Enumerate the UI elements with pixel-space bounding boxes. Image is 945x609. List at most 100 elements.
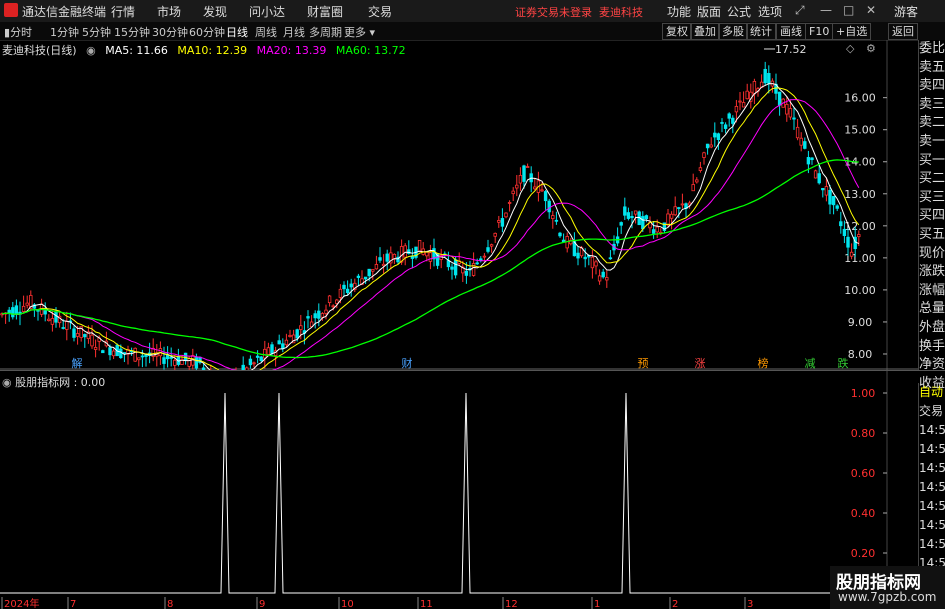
trade-side-label[interactable]: 交易 (919, 402, 945, 421)
candle-body (338, 288, 343, 298)
candle-body (605, 277, 609, 281)
candle-body (716, 133, 721, 140)
candle-body (702, 152, 706, 158)
candle-body (594, 261, 598, 267)
period-5min[interactable]: 5分钟 (82, 24, 111, 40)
statistics-button[interactable]: 统计 (746, 23, 776, 40)
back-button[interactable]: 返回 (888, 23, 918, 40)
period-15min[interactable]: 15分钟 (114, 24, 150, 40)
menu-wealth[interactable]: 财富圈 (307, 3, 343, 20)
login-notice[interactable]: 证券交易未登录 麦迪科技 (515, 4, 643, 20)
candle-body (785, 104, 789, 115)
candle-body (263, 348, 267, 359)
date-label: 8 (167, 599, 173, 609)
candle-body (619, 222, 623, 226)
candle-body (824, 186, 829, 196)
price-label: 8.00 (848, 348, 873, 361)
candle-body (630, 215, 634, 219)
draw-line-button[interactable]: 画线 (776, 23, 806, 40)
multi-stock-button[interactable]: 多股 (718, 23, 748, 40)
trade-side-label[interactable]: 自动 (919, 383, 945, 402)
indicator-label: 0.40 (851, 507, 876, 520)
candle-body (25, 302, 29, 306)
menu-quotes[interactable]: 行情 (111, 3, 135, 20)
candle-body (795, 126, 800, 139)
menu-discover[interactable]: 发现 (203, 3, 227, 20)
guest-label[interactable]: 游客 (894, 3, 918, 20)
candle-body (525, 166, 530, 168)
event-marker: 榜 (758, 356, 769, 370)
candle-body (849, 251, 854, 257)
period-daily[interactable]: 日线 (226, 24, 248, 40)
event-marker: 财 (402, 356, 413, 370)
menu-ask[interactable]: 问小达 (249, 3, 285, 20)
trade-side-label: 14:5 (919, 518, 945, 532)
candle-body (371, 269, 375, 272)
period-multi[interactable]: 多周期 (309, 24, 342, 40)
candle-body (698, 167, 703, 171)
candle-body (677, 207, 681, 209)
side-label: 总量 (919, 301, 945, 317)
menu-market[interactable]: 市场 (157, 3, 181, 20)
candle-body (342, 284, 346, 290)
period-timeline[interactable]: ▮分时 (4, 24, 32, 40)
candle-body (83, 334, 87, 338)
period-monthly[interactable]: 月线 (283, 24, 305, 40)
candle-body (551, 215, 555, 220)
period-weekly[interactable]: 周线 (255, 24, 277, 40)
candle-body (194, 357, 199, 369)
candle-body (763, 68, 767, 84)
candle-body (270, 344, 274, 354)
candle-body (633, 210, 638, 215)
indicator-label: 0.20 (851, 547, 876, 560)
period-more[interactable]: 更多 ▾ (344, 24, 375, 40)
candle-body (680, 203, 685, 206)
date-label: 9 (259, 599, 265, 609)
candle-body (21, 305, 26, 312)
f10-button[interactable]: F10 (805, 23, 834, 40)
maximize-icon[interactable]: □ (843, 3, 854, 17)
trade-side-label: 14:5 (919, 480, 945, 494)
menu-layout[interactable]: 版面 (697, 3, 721, 20)
overlay-button[interactable]: 叠加 (690, 23, 720, 40)
candle-body (288, 334, 292, 337)
candle-body (47, 318, 51, 321)
candle-body (813, 170, 818, 179)
candle-body (75, 333, 80, 337)
candle-body (335, 299, 339, 304)
candle-body (788, 108, 793, 118)
candle-body (590, 256, 595, 269)
minimize-icon[interactable]: — (820, 3, 832, 17)
legend-toggle-icon[interactable]: ◉ (86, 44, 96, 57)
menu-formula[interactable]: 公式 (727, 3, 751, 20)
candle-body (428, 252, 433, 262)
date-label: 2 (672, 599, 678, 609)
candle-body (738, 100, 742, 103)
diamond-icon[interactable]: ◇ (846, 42, 855, 55)
menu-function[interactable]: 功能 (667, 3, 691, 20)
candle-body (356, 275, 361, 278)
candle-body (183, 352, 188, 361)
menu-options[interactable]: 选项 (758, 3, 782, 20)
candle-body (547, 200, 551, 213)
side-label: 买一 (919, 152, 945, 168)
add-favorite-button[interactable]: +自选 (832, 23, 872, 40)
candle-body (540, 189, 544, 192)
adjust-button[interactable]: 复权 (662, 23, 692, 40)
candle-body (691, 184, 695, 192)
side-label: 卖四 (919, 78, 945, 94)
period-1min[interactable]: 1分钟 (50, 24, 79, 40)
candle-body (792, 117, 796, 120)
menu-trade[interactable]: 交易 (368, 3, 392, 20)
indicator-chart[interactable]: 1.00 0.80 0.60 0.40 0.20 (0, 371, 918, 597)
period-60min[interactable]: 60分钟 (189, 24, 225, 40)
fullscreen-icon[interactable]: ⤢ (795, 3, 805, 18)
kline-chart[interactable]: ◇ ⚙ 16.0015.0014.0013.0012.0011.0010.009… (0, 40, 918, 370)
close-icon[interactable]: ✕ (866, 3, 876, 17)
candle-body (43, 310, 47, 315)
candle-body (533, 186, 537, 190)
candle-body (842, 228, 847, 237)
candle-body (511, 190, 515, 195)
period-30min[interactable]: 30分钟 (152, 24, 188, 40)
settings-icon[interactable]: ⚙ (866, 42, 876, 55)
